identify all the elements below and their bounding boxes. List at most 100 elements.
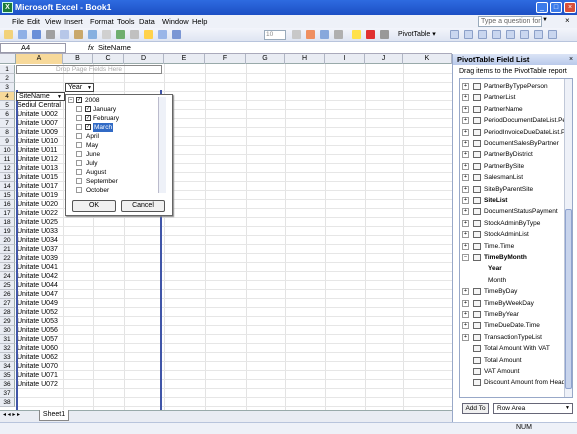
select-all-corner[interactable] bbox=[0, 54, 16, 64]
row-header[interactable]: 8 bbox=[0, 128, 15, 137]
row-header[interactable]: 35 bbox=[0, 371, 15, 380]
expand-icon[interactable]: + bbox=[462, 311, 469, 318]
add-to-button[interactable]: Add To bbox=[462, 403, 489, 414]
field-item[interactable]: + StockAdminByType bbox=[460, 218, 564, 229]
expand-icon[interactable] bbox=[76, 169, 82, 175]
menu-file[interactable]: File bbox=[12, 17, 24, 26]
formula-input[interactable]: SiteName bbox=[98, 43, 131, 52]
field-list[interactable]: + PartnerByTypePerson + PartnerList + Partner… bbox=[459, 78, 573, 398]
pivot-toolbar-icon[interactable] bbox=[506, 30, 515, 39]
copy-icon[interactable] bbox=[88, 30, 97, 39]
italic-icon[interactable] bbox=[320, 30, 329, 39]
area-select[interactable]: Row Area ▼ bbox=[493, 403, 573, 414]
row-header[interactable]: 30 bbox=[0, 326, 15, 335]
expand-icon[interactable]: + bbox=[462, 94, 469, 102]
field-item[interactable]: + Time.Time bbox=[460, 241, 564, 252]
row-header[interactable]: 34 bbox=[0, 362, 15, 371]
row-header[interactable]: 16 bbox=[0, 200, 15, 209]
field-item[interactable]: Discount Amount from Heade bbox=[460, 377, 569, 388]
row-header[interactable]: 18 bbox=[0, 218, 15, 227]
menu-edit[interactable]: Edit bbox=[27, 17, 40, 26]
expand-icon[interactable] bbox=[76, 106, 82, 112]
worksheet-grid[interactable]: ABCDEFGHIJK 1 2 3 4 5 6 7 8 9 10 11 12 13 14 15 16 17 18 1… bbox=[0, 54, 452, 410]
row-header[interactable]: 3 bbox=[0, 83, 15, 92]
row-header[interactable]: 38 bbox=[0, 398, 15, 407]
help-dropdown-icon[interactable]: ▼ bbox=[542, 17, 548, 23]
chevron-down-icon[interactable]: ▼ bbox=[57, 93, 62, 101]
fill-color-icon[interactable] bbox=[352, 30, 361, 39]
column-header-b[interactable]: B bbox=[63, 54, 93, 64]
row-header[interactable]: 15 bbox=[0, 191, 15, 200]
preview-icon[interactable] bbox=[60, 30, 69, 39]
pivot-row-field-sitename[interactable]: SiteName ▼ bbox=[16, 92, 65, 101]
expand-icon[interactable]: + bbox=[462, 83, 469, 90]
redo-icon[interactable] bbox=[130, 30, 139, 39]
expand-icon[interactable]: + bbox=[462, 208, 469, 216]
pivot-toolbar-icon[interactable] bbox=[520, 30, 529, 39]
checkbox-2008[interactable]: ✓ bbox=[76, 97, 82, 103]
pivot-toolbar-icon[interactable] bbox=[548, 30, 557, 39]
row-header[interactable]: 10 bbox=[0, 146, 15, 155]
menu-help[interactable]: Help bbox=[192, 17, 207, 26]
expand-icon[interactable]: + bbox=[462, 105, 469, 113]
menu-data[interactable]: Data bbox=[139, 17, 155, 26]
field-item[interactable]: + TimeByDay bbox=[460, 286, 564, 297]
column-header-h[interactable]: H bbox=[285, 54, 325, 64]
expand-icon[interactable] bbox=[76, 115, 82, 121]
field-item[interactable]: Total Amount With VAT bbox=[460, 343, 564, 354]
column-header-f[interactable]: F bbox=[205, 54, 246, 64]
expand-icon[interactable]: + bbox=[462, 140, 469, 147]
borders-icon[interactable] bbox=[380, 30, 389, 39]
field-item[interactable]: Total Amount bbox=[460, 355, 564, 366]
field-item[interactable]: + SiteByParentSite bbox=[460, 184, 564, 195]
paste-icon[interactable] bbox=[102, 30, 111, 39]
cancel-button[interactable]: Cancel bbox=[121, 200, 165, 212]
expand-icon[interactable] bbox=[76, 151, 82, 157]
row-header[interactable]: 5 bbox=[0, 101, 15, 110]
expand-icon[interactable] bbox=[76, 178, 82, 184]
name-box[interactable]: A4 bbox=[0, 43, 66, 53]
row-header[interactable]: 29 bbox=[0, 317, 15, 326]
field-item[interactable]: + PartnerByTypePerson bbox=[460, 81, 564, 92]
row-header[interactable]: 31 bbox=[0, 335, 15, 344]
field-item[interactable]: + TransactionTypeList bbox=[460, 332, 564, 343]
expand-icon[interactable]: + bbox=[462, 322, 469, 330]
row-header[interactable]: 7 bbox=[0, 119, 15, 128]
menu-view[interactable]: View bbox=[45, 17, 61, 26]
new-icon[interactable] bbox=[4, 30, 13, 39]
field-item[interactable]: + TimeByWeekDay bbox=[460, 298, 564, 309]
underline-icon[interactable] bbox=[334, 30, 343, 39]
expand-icon[interactable] bbox=[76, 124, 82, 130]
collapse-icon[interactable]: − bbox=[68, 97, 74, 103]
field-item[interactable]: + TimeDueDate.Time bbox=[460, 320, 564, 331]
menu-insert[interactable]: Insert bbox=[64, 17, 83, 26]
field-item[interactable]: + SiteList bbox=[460, 195, 564, 206]
zoom-icon[interactable] bbox=[292, 30, 301, 39]
expand-icon[interactable]: + bbox=[462, 128, 469, 136]
help-search-input[interactable]: Type a question for help bbox=[478, 16, 542, 27]
field-item[interactable]: + TimeByYear bbox=[460, 309, 564, 320]
expand-icon[interactable] bbox=[76, 160, 82, 166]
column-header-k[interactable]: K bbox=[403, 54, 452, 64]
row-header[interactable]: 6 bbox=[0, 110, 15, 119]
expand-icon[interactable]: + bbox=[462, 242, 469, 250]
pivot-toolbar-icon[interactable] bbox=[464, 30, 473, 39]
field-item[interactable]: + SalesmanList bbox=[460, 172, 564, 183]
field-item[interactable]: + PartnerList bbox=[460, 92, 564, 103]
expand-icon[interactable]: + bbox=[462, 333, 469, 341]
row-header[interactable]: 25 bbox=[0, 281, 15, 290]
row-header[interactable]: 1 bbox=[0, 65, 15, 74]
expand-icon[interactable]: + bbox=[462, 174, 469, 182]
column-header-c[interactable]: C bbox=[93, 54, 124, 64]
field-item[interactable]: VAT Amount bbox=[460, 366, 564, 377]
row-header[interactable]: 32 bbox=[0, 344, 15, 353]
cut-icon[interactable] bbox=[74, 30, 83, 39]
document-close-icon[interactable]: × bbox=[565, 16, 570, 25]
row-header[interactable]: 37 bbox=[0, 389, 15, 398]
row-header[interactable]: 28 bbox=[0, 308, 15, 317]
sort-icon[interactable] bbox=[158, 30, 167, 39]
checkbox[interactable]: ✓ bbox=[85, 124, 91, 130]
chart-icon[interactable] bbox=[172, 30, 181, 39]
row-header[interactable]: 23 bbox=[0, 263, 15, 272]
row-header[interactable]: 36 bbox=[0, 380, 15, 389]
